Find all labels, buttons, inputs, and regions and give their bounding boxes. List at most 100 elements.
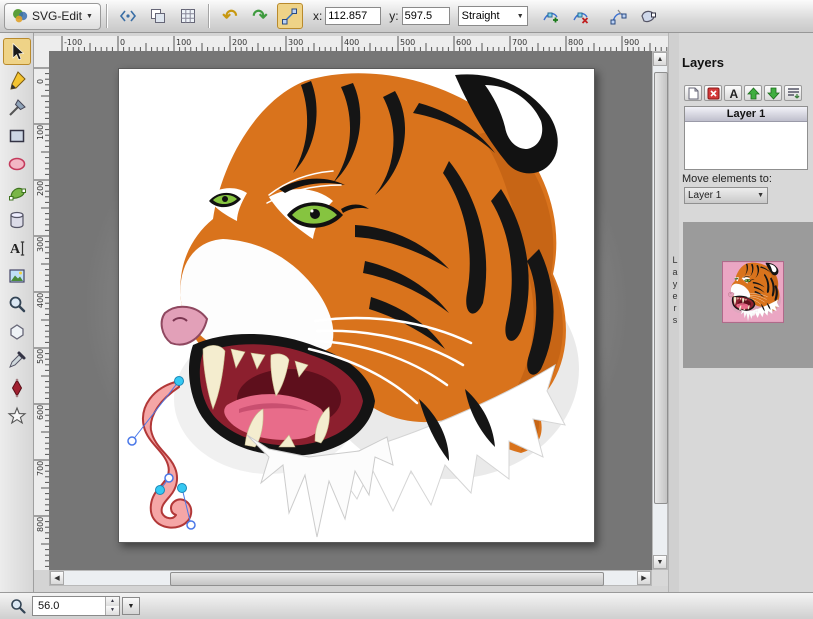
add-subpath-button[interactable] bbox=[636, 3, 662, 29]
segment-type-select[interactable]: Straight ▼ bbox=[458, 6, 528, 26]
image-tool-button[interactable] bbox=[3, 262, 31, 289]
redo-button[interactable]: ↷ bbox=[247, 3, 273, 29]
svg-text:700: 700 bbox=[36, 461, 45, 476]
layers-sidebar: Layers A bbox=[679, 33, 813, 592]
y-input[interactable] bbox=[402, 7, 450, 25]
star-tool-button[interactable] bbox=[3, 402, 31, 429]
caret-down-icon: ▼ bbox=[517, 13, 524, 20]
scroll-left-button[interactable]: ◀ bbox=[50, 571, 64, 585]
svg-text:500: 500 bbox=[400, 38, 415, 47]
horizontal-scroll-thumb[interactable] bbox=[170, 572, 604, 586]
toolbar-separator bbox=[106, 4, 108, 28]
main-menu-button[interactable]: SVG-Edit ▼ bbox=[4, 3, 101, 30]
status-bar: 56.0 ▲ ▼ ▼ bbox=[0, 592, 813, 619]
move-layer-down-button[interactable] bbox=[764, 85, 782, 101]
bezier-control-handle[interactable] bbox=[165, 474, 173, 482]
vertical-ruler: 0100200300400500600700800900 bbox=[34, 51, 50, 570]
eyedropper-tool-button[interactable] bbox=[3, 346, 31, 373]
svg-text:300: 300 bbox=[36, 237, 45, 252]
scroll-down-button[interactable]: ▼ bbox=[653, 555, 667, 569]
shape-library-button[interactable] bbox=[3, 206, 31, 233]
svg-canvas[interactable] bbox=[118, 68, 595, 543]
move-layer-up-button[interactable] bbox=[744, 85, 762, 101]
add-node-button[interactable] bbox=[538, 3, 564, 29]
link-control-points-button[interactable] bbox=[277, 3, 303, 29]
svg-text:700: 700 bbox=[512, 38, 527, 47]
zoom-input[interactable]: 56.0 ▲ ▼ bbox=[32, 596, 120, 616]
svg-text:-100: -100 bbox=[64, 38, 82, 47]
move-layer-value: Layer 1 bbox=[688, 190, 721, 201]
rename-layer-button[interactable]: A bbox=[724, 85, 742, 101]
undo-button[interactable]: ↶ bbox=[217, 3, 243, 29]
zoom-spin-up[interactable]: ▲ bbox=[106, 597, 119, 606]
delete-layer-icon bbox=[706, 86, 721, 101]
merge-layer-button[interactable] bbox=[784, 85, 802, 101]
zoom-value: 56.0 bbox=[33, 597, 105, 615]
svg-text:800: 800 bbox=[568, 38, 583, 47]
line-icon bbox=[7, 98, 27, 118]
zoom-tool-button[interactable] bbox=[3, 290, 31, 317]
horizontal-ruler: -10001002003004005006007008009001000 bbox=[34, 36, 668, 52]
source-button[interactable] bbox=[115, 3, 141, 29]
polygon-tool-button[interactable] bbox=[3, 318, 31, 345]
select-arrow-icon bbox=[7, 42, 27, 62]
select-tool-button[interactable] bbox=[3, 38, 31, 65]
line-tool-button[interactable] bbox=[3, 94, 31, 121]
caret-down-icon: ▼ bbox=[757, 192, 764, 199]
pencil-tool-button[interactable] bbox=[3, 66, 31, 93]
magnifier-icon bbox=[7, 294, 27, 314]
pencil-icon bbox=[7, 70, 27, 90]
svg-text:600: 600 bbox=[456, 38, 471, 47]
diamond-tool-button[interactable] bbox=[3, 374, 31, 401]
delete-node-button[interactable] bbox=[568, 3, 594, 29]
scrollbar-corner bbox=[652, 570, 668, 586]
left-toolbar: A bbox=[0, 33, 34, 592]
link-control-points-icon bbox=[281, 8, 298, 25]
grid-button[interactable] bbox=[175, 3, 201, 29]
open-path-icon bbox=[610, 8, 627, 25]
ellipse-tool-button[interactable] bbox=[3, 150, 31, 177]
delete-layer-button[interactable] bbox=[704, 85, 722, 101]
zoom-dropdown-button[interactable]: ▼ bbox=[122, 597, 140, 615]
zoom-spin-down[interactable]: ▼ bbox=[106, 606, 119, 615]
svg-text:400: 400 bbox=[344, 38, 359, 47]
svg-edit-app: SVG-Edit ▼ ↶ ↷ bbox=[0, 0, 813, 619]
zoom-spinner: ▲ ▼ bbox=[105, 597, 119, 615]
canvas-workarea[interactable] bbox=[49, 51, 652, 570]
polygon-icon bbox=[7, 322, 27, 342]
scroll-up-button[interactable]: ▲ bbox=[653, 52, 667, 66]
caret-down-icon: ▼ bbox=[86, 13, 93, 20]
svg-text:A: A bbox=[729, 87, 738, 101]
vertical-scroll-thumb[interactable] bbox=[654, 72, 668, 504]
svg-text:0: 0 bbox=[36, 79, 45, 84]
svg-text:0: 0 bbox=[120, 38, 125, 47]
bezier-control-handle[interactable] bbox=[187, 521, 195, 529]
toolbar-separator bbox=[208, 4, 210, 28]
rename-layer-icon: A bbox=[726, 86, 741, 101]
move-layer-select[interactable]: Layer 1 ▼ bbox=[684, 187, 768, 204]
merge-layer-icon bbox=[786, 86, 801, 101]
path-tool-button[interactable] bbox=[3, 178, 31, 205]
path-node[interactable] bbox=[175, 377, 184, 386]
open-path-button[interactable] bbox=[606, 3, 632, 29]
text-tool-button[interactable]: A bbox=[3, 234, 31, 261]
new-layer-button[interactable] bbox=[684, 85, 702, 101]
x-input[interactable] bbox=[325, 7, 381, 25]
path-node[interactable] bbox=[156, 486, 165, 495]
layer-row[interactable]: Layer 1 bbox=[685, 107, 807, 122]
ellipse-icon bbox=[7, 154, 27, 174]
tiger-artwork bbox=[119, 69, 594, 542]
horizontal-scrollbar[interactable]: ◀ ▶ bbox=[49, 570, 652, 586]
top-toolbar: SVG-Edit ▼ ↶ ↷ bbox=[0, 0, 813, 33]
bezier-control-handle[interactable] bbox=[128, 437, 136, 445]
logo-label: SVG-Edit bbox=[32, 9, 82, 23]
thumbnail-tiger bbox=[723, 262, 783, 322]
vertical-scrollbar[interactable]: ▲ ▼ bbox=[652, 51, 668, 570]
move-elements-label: Move elements to: bbox=[682, 173, 772, 185]
drawing-thumbnail[interactable] bbox=[722, 261, 784, 323]
wireframe-button[interactable] bbox=[145, 3, 171, 29]
scroll-right-button[interactable]: ▶ bbox=[637, 571, 651, 585]
path-node[interactable] bbox=[178, 484, 187, 493]
layer-buttons-row: A bbox=[684, 85, 802, 101]
rect-tool-button[interactable] bbox=[3, 122, 31, 149]
